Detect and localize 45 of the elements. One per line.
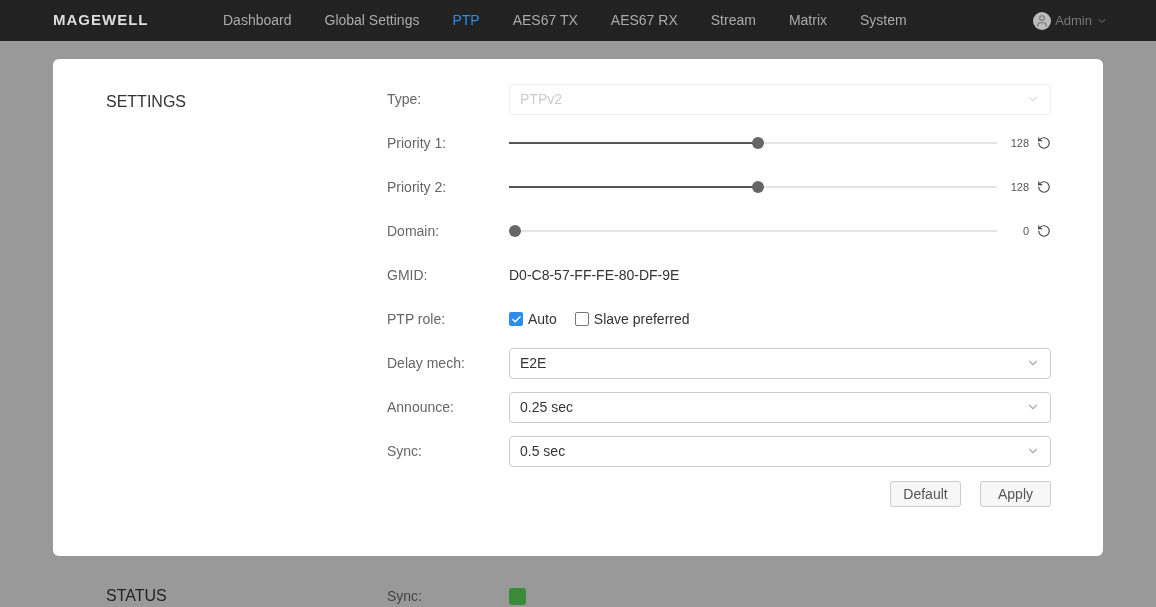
- field-label: GMID:: [387, 265, 429, 285]
- nav-tab[interactable]: Global Settings: [324, 10, 420, 31]
- field-label: Delay mech:: [387, 353, 466, 373]
- reset-icon[interactable]: [1037, 224, 1051, 238]
- reset-icon[interactable]: [1037, 136, 1051, 150]
- slider-value: 0: [1021, 223, 1030, 239]
- field-label: Priority 2:: [387, 177, 448, 197]
- nav-tab[interactable]: Matrix: [788, 10, 827, 31]
- section-title: SETTINGS: [105, 92, 187, 112]
- reset-icon[interactable]: [1037, 180, 1051, 194]
- field-label: Announce:: [387, 397, 455, 417]
- select-field[interactable]: E2E: [509, 347, 1051, 379]
- select-field[interactable]: 0.25 sec: [509, 391, 1051, 423]
- nav-tab[interactable]: AES67 RX: [610, 10, 678, 31]
- nav-tab[interactable]: PTP: [452, 10, 480, 31]
- checkbox-label: Auto: [528, 309, 557, 329]
- action-button[interactable]: Apply: [980, 481, 1051, 507]
- action-button[interactable]: Default: [890, 481, 961, 507]
- slider[interactable]: [509, 181, 997, 193]
- field-label: Domain:: [387, 221, 441, 241]
- field-label: Sync:: [387, 441, 423, 461]
- gmid-value: D0-C8-57-FF-FE-80-DF-9E: [509, 265, 680, 285]
- avatar-icon[interactable]: [1033, 11, 1052, 30]
- checkbox-label: Slave preferred: [593, 309, 690, 329]
- logo: MAGEWELL: [53, 10, 150, 31]
- slider-thumb[interactable]: [751, 181, 764, 193]
- section-title: STATUS: [105, 586, 168, 606]
- slider-value: 128: [1009, 179, 1030, 195]
- checkbox[interactable]: [509, 312, 523, 326]
- nav-tab[interactable]: Dashboard: [223, 10, 292, 31]
- slider[interactable]: [509, 137, 997, 149]
- user-menu[interactable]: Admin: [1055, 10, 1092, 31]
- field-label: Type:: [387, 89, 423, 109]
- slider-thumb[interactable]: [751, 137, 764, 149]
- slider-value: 128: [1009, 135, 1030, 151]
- nav-tab[interactable]: AES67 TX: [512, 10, 578, 31]
- slider-thumb[interactable]: [509, 225, 521, 237]
- nav-tab[interactable]: Stream: [710, 10, 756, 31]
- field-label: Sync:: [387, 586, 423, 606]
- select-field[interactable]: 0.5 sec: [509, 435, 1051, 467]
- nav-tab[interactable]: System: [860, 10, 907, 31]
- slider[interactable]: [509, 225, 997, 237]
- field-label: Priority 1:: [387, 133, 448, 153]
- checkbox[interactable]: [574, 312, 589, 326]
- field-label: PTP role:: [387, 309, 447, 329]
